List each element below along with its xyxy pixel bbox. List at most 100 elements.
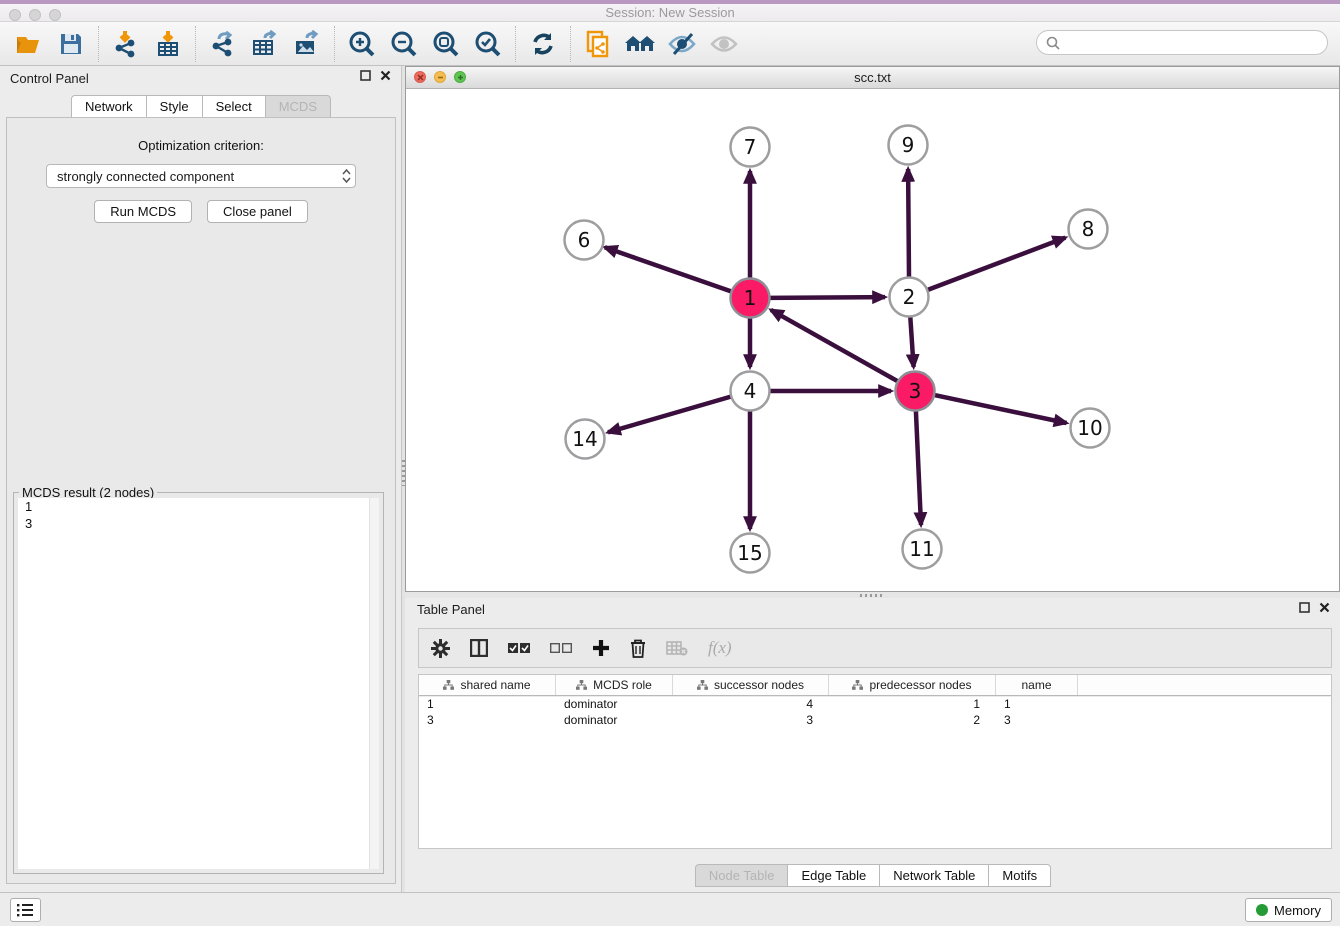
graph-node[interactable]: 10: [1071, 409, 1110, 448]
tab-edge-table[interactable]: Edge Table: [787, 864, 880, 887]
tab-mcds[interactable]: MCDS: [265, 95, 331, 118]
tab-style[interactable]: Style: [146, 95, 203, 118]
splitter-grip: [860, 594, 882, 597]
deselect-all-icon[interactable]: [550, 642, 572, 654]
svg-text:3: 3: [909, 379, 922, 403]
graph-node-selected[interactable]: 1: [731, 279, 770, 318]
hide-eye-icon[interactable]: [661, 25, 703, 63]
window-close-button[interactable]: [9, 9, 21, 21]
result-item: 3: [18, 515, 379, 532]
memory-button[interactable]: Memory: [1245, 898, 1332, 922]
task-history-button[interactable]: [10, 898, 41, 922]
edge-1-6[interactable]: [605, 247, 731, 291]
delete-row-icon[interactable]: [630, 639, 646, 658]
edge-1-2[interactable]: [770, 297, 885, 298]
add-row-icon[interactable]: [592, 639, 610, 657]
memory-label: Memory: [1274, 903, 1321, 918]
network-minimize-button[interactable]: [434, 71, 446, 83]
result-scrollbar[interactable]: [369, 498, 379, 869]
edge-2-3[interactable]: [910, 317, 913, 367]
graph-node[interactable]: 14: [566, 420, 605, 459]
graph-node[interactable]: 9: [889, 126, 928, 165]
graph-node[interactable]: 8: [1069, 210, 1108, 249]
criterion-select[interactable]: strongly connected component: [46, 164, 356, 188]
table-toolbar: f(x): [418, 628, 1332, 668]
network-window-titlebar[interactable]: scc.txt: [406, 67, 1339, 89]
criterion-value: strongly connected component: [57, 169, 234, 184]
table-row[interactable]: 3 dominator 3 2 3: [419, 712, 1331, 728]
graph-node[interactable]: 11: [903, 530, 942, 569]
close-panel-icon[interactable]: [380, 70, 391, 81]
network-canvas[interactable]: 7 9 6 8 1 2 4 3 14 10 15 11: [406, 90, 1339, 591]
tab-select[interactable]: Select: [202, 95, 266, 118]
tab-network[interactable]: Network: [71, 95, 147, 118]
close-panel-button[interactable]: Close panel: [207, 200, 308, 223]
search-input[interactable]: [1060, 35, 1318, 50]
open-folder-icon[interactable]: [8, 25, 50, 63]
window-zoom-button[interactable]: [49, 9, 61, 21]
column-header[interactable]: MCDS role: [556, 675, 673, 695]
zoom-out-icon[interactable]: [383, 25, 425, 63]
home-icon[interactable]: [619, 25, 661, 63]
export-image-icon[interactable]: [286, 25, 328, 63]
zoom-selected-icon[interactable]: [467, 25, 509, 63]
svg-text:9: 9: [902, 133, 915, 157]
edge-3-1[interactable]: [771, 310, 898, 381]
refresh-icon[interactable]: [522, 25, 564, 63]
column-header[interactable]: predecessor nodes: [829, 675, 996, 695]
graph-node[interactable]: 2: [890, 278, 929, 317]
column-header[interactable]: successor nodes: [673, 675, 829, 695]
select-all-icon[interactable]: [508, 642, 530, 654]
svg-text:1: 1: [744, 286, 757, 310]
import-table-icon[interactable]: [147, 25, 189, 63]
status-bar: Memory: [0, 892, 1340, 926]
show-eye-icon[interactable]: [703, 25, 745, 63]
table-header-row: shared name MCDS role successor nodes pr…: [419, 675, 1331, 696]
zoom-fit-icon[interactable]: [425, 25, 467, 63]
control-panel-tabs: Network Style Select MCDS: [0, 95, 401, 118]
titlebar: Session: New Session: [0, 0, 1340, 22]
float-panel-icon[interactable]: [1299, 602, 1310, 613]
save-icon[interactable]: [50, 25, 92, 63]
graph-node[interactable]: 4: [731, 372, 770, 411]
graph-node[interactable]: 6: [565, 221, 604, 260]
network-view-window: scc.txt: [405, 66, 1340, 592]
graph-node[interactable]: 7: [731, 128, 770, 167]
import-network-icon[interactable]: [105, 25, 147, 63]
edge-3-10[interactable]: [935, 395, 1067, 423]
edge-3-11[interactable]: [916, 411, 921, 525]
float-panel-icon[interactable]: [360, 70, 371, 81]
search-field[interactable]: [1036, 30, 1328, 55]
window-minimize-button[interactable]: [29, 9, 41, 21]
edge-4-14[interactable]: [608, 397, 731, 433]
optimization-criterion-label: Optimization criterion:: [7, 138, 395, 153]
window-title: Session: New Session: [0, 4, 1340, 21]
copy-network-icon[interactable]: [577, 25, 619, 63]
network-title: scc.txt: [406, 67, 1339, 88]
export-table-icon[interactable]: [244, 25, 286, 63]
gear-icon[interactable]: [431, 639, 450, 658]
tab-network-table[interactable]: Network Table: [879, 864, 989, 887]
column-header[interactable]: name: [996, 675, 1078, 695]
tab-node-table[interactable]: Node Table: [695, 864, 789, 887]
svg-text:15: 15: [737, 541, 762, 565]
close-panel-icon[interactable]: [1319, 602, 1330, 613]
table-row[interactable]: 1 dominator 4 1 1: [419, 696, 1331, 712]
graph-node[interactable]: 15: [731, 534, 770, 573]
network-close-button[interactable]: [414, 71, 426, 83]
sort-tree-icon: [443, 680, 454, 690]
edge-2-9[interactable]: [908, 169, 909, 277]
tab-motifs[interactable]: Motifs: [988, 864, 1051, 887]
export-network-icon[interactable]: [202, 25, 244, 63]
toolbar-separator: [334, 26, 335, 62]
column-header[interactable]: shared name: [419, 675, 556, 695]
toolbar-separator: [195, 26, 196, 62]
run-mcds-button[interactable]: Run MCDS: [94, 200, 192, 223]
columns-icon[interactable]: [470, 639, 488, 657]
svg-text:7: 7: [744, 135, 757, 159]
network-zoom-button[interactable]: [454, 71, 466, 83]
edge-2-8[interactable]: [928, 238, 1066, 290]
zoom-in-icon[interactable]: [341, 25, 383, 63]
mcds-result-list[interactable]: 1 3: [18, 498, 379, 869]
graph-node-selected[interactable]: 3: [896, 372, 935, 411]
